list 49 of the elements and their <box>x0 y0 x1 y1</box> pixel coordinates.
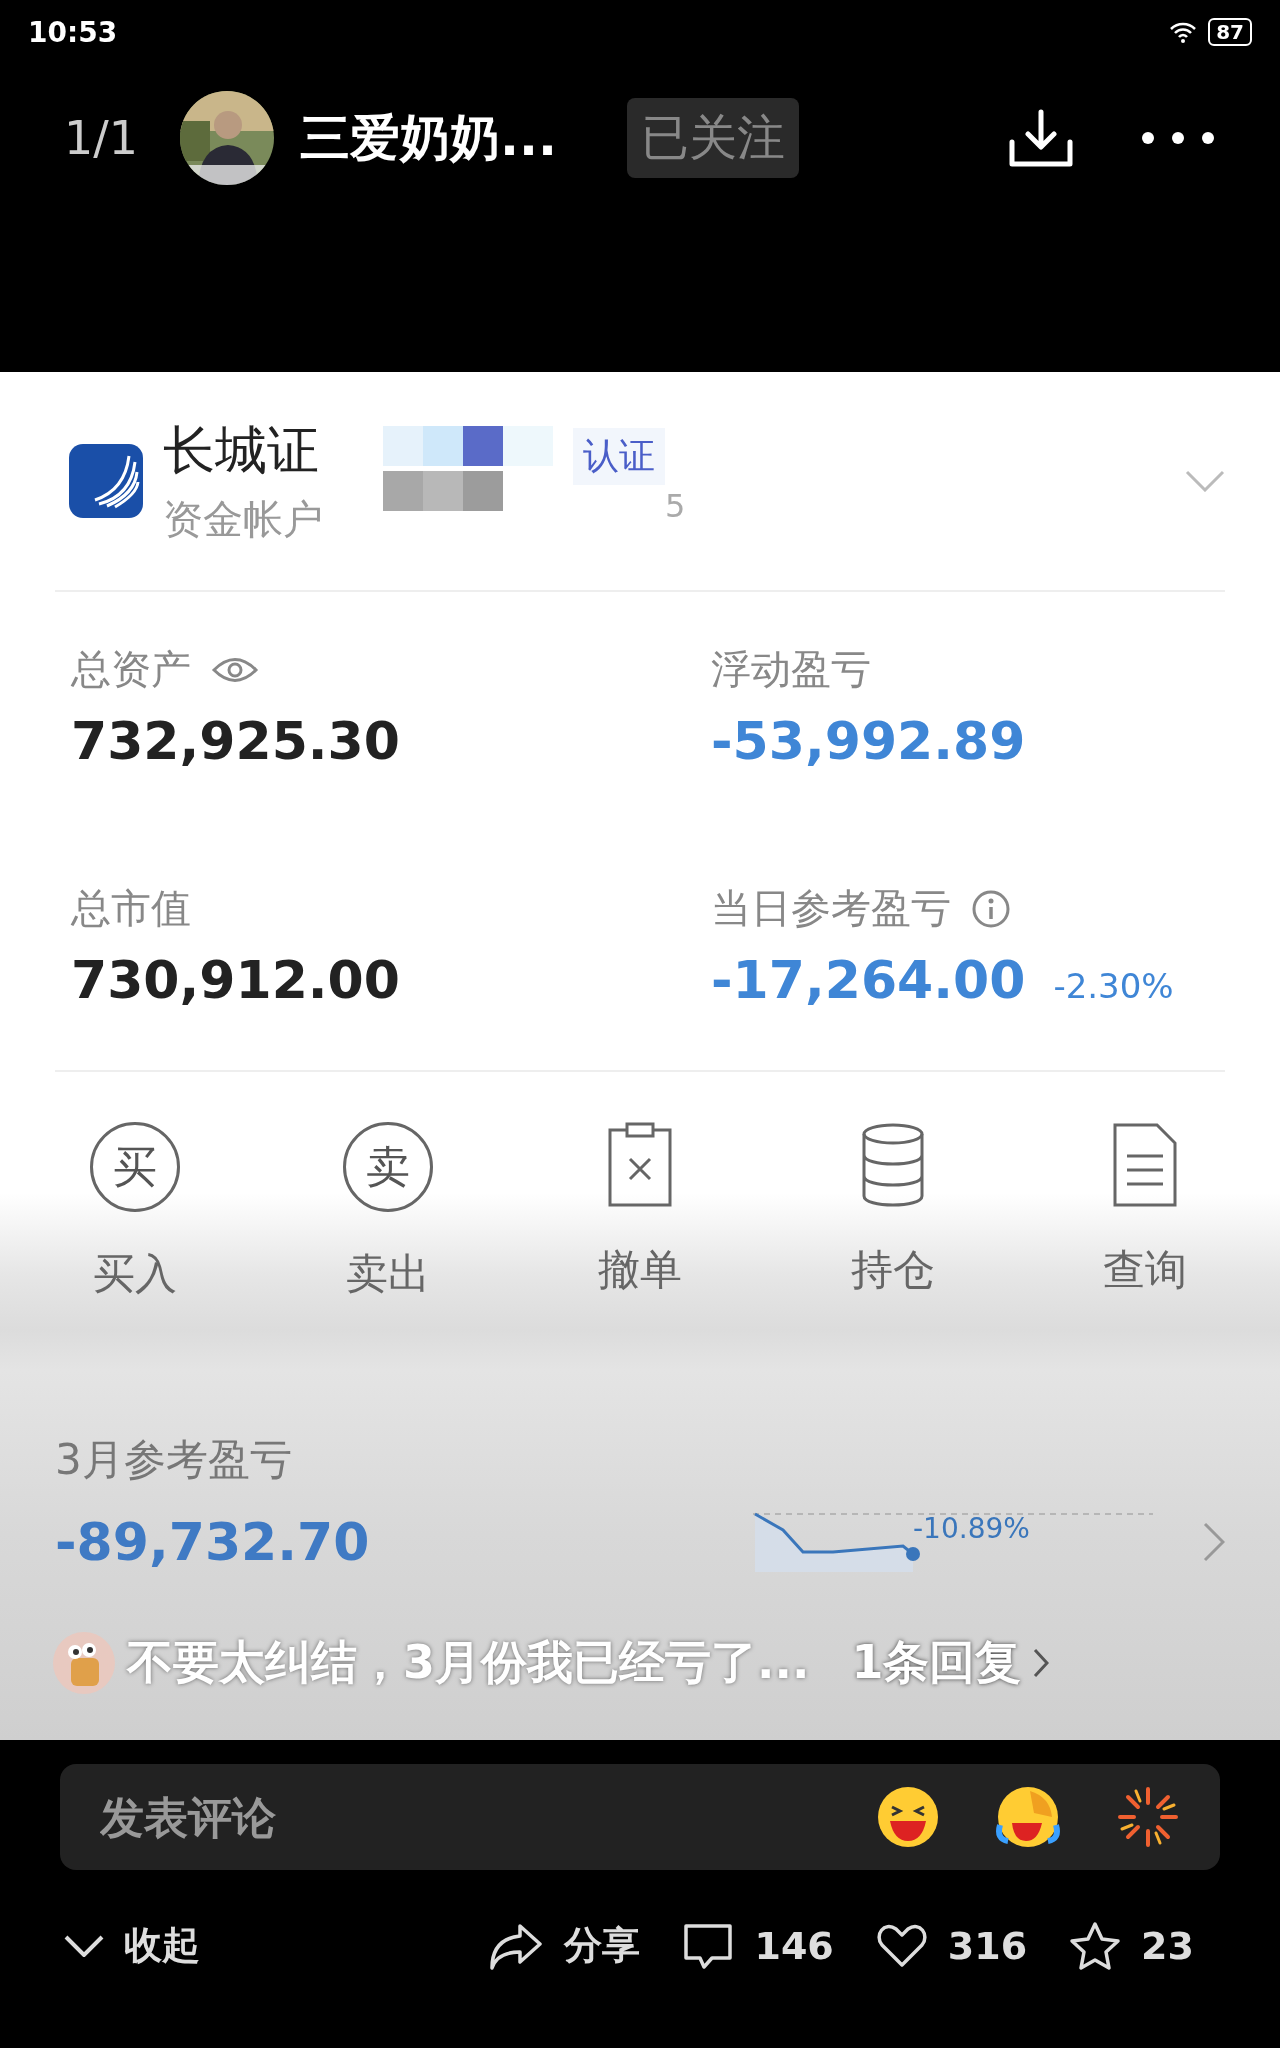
broker-logo-icon <box>69 444 143 518</box>
status-time: 10:53 <box>28 15 118 49</box>
monthly-title: 3月参考盈亏 <box>55 1434 293 1486</box>
change-percent: -2.30% <box>1053 966 1174 1006</box>
account-number: 5 <box>665 487 686 525</box>
action-label[interactable]: 查询 <box>1103 1242 1187 1298</box>
heart-icon[interactable] <box>875 1922 928 1969</box>
action-label[interactable]: 卖出 <box>345 1246 430 1302</box>
download-icon[interactable] <box>1008 108 1074 168</box>
info-icon[interactable] <box>971 888 1011 929</box>
stat-label: 浮动盈亏 <box>711 645 871 694</box>
firework-icon[interactable] <box>1116 1785 1180 1849</box>
chevron-right-icon[interactable] <box>1033 1648 1050 1678</box>
document-icon[interactable] <box>1112 1122 1178 1208</box>
action-label[interactable]: 买入 <box>93 1246 177 1302</box>
account-label: 资金帐户 <box>163 494 323 544</box>
laughing-emoji-icon[interactable] <box>876 1785 940 1849</box>
share-icon[interactable] <box>488 1921 545 1970</box>
share-label[interactable]: 分享 <box>564 1920 641 1971</box>
chart-label: -10.89% <box>913 1512 1030 1545</box>
action-label[interactable]: 撤单 <box>598 1242 682 1298</box>
stat-value: -53,992.89 <box>711 711 1026 771</box>
collapse-label[interactable]: 收起 <box>124 1920 200 1971</box>
star-icon[interactable] <box>1069 1920 1122 1971</box>
comment-icon[interactable] <box>682 1921 735 1970</box>
action-circle-icon[interactable]: 卖 <box>342 1122 433 1212</box>
stat-label: 当日参考盈亏 <box>711 884 951 933</box>
follow-button[interactable]: 已关注 <box>627 98 799 178</box>
commenter-avatar-icon <box>53 1632 115 1694</box>
action-label[interactable]: 持仓 <box>850 1242 935 1298</box>
author-name[interactable]: 三爱奶奶... <box>300 104 557 172</box>
broker-name: 长城证 <box>163 418 320 482</box>
more-icon[interactable] <box>1140 130 1216 146</box>
action-circle-icon[interactable]: 买 <box>90 1122 180 1212</box>
stat-label: 总资产 <box>71 645 191 694</box>
page-counter: 1/1 <box>64 111 140 165</box>
comment-count[interactable]: 146 <box>754 1923 834 1968</box>
crying-laughing-emoji-icon[interactable] <box>996 1785 1060 1849</box>
stat-label: 总市值 <box>71 884 191 933</box>
battery-level: 87 <box>1208 18 1252 46</box>
stat-value: 730,912.00 <box>71 950 400 1010</box>
clipboard-x-icon[interactable] <box>607 1122 673 1208</box>
verified-tag: 认证 <box>573 427 665 485</box>
stat-value: -17,264.00 <box>711 950 1026 1010</box>
like-count[interactable]: 316 <box>947 1923 1028 1968</box>
stat-value: 732,925.30 <box>71 711 400 771</box>
monthly-value: -89,732.70 <box>55 1512 370 1572</box>
favorite-count[interactable]: 23 <box>1141 1923 1194 1968</box>
collapse-icon[interactable] <box>64 1934 104 1957</box>
